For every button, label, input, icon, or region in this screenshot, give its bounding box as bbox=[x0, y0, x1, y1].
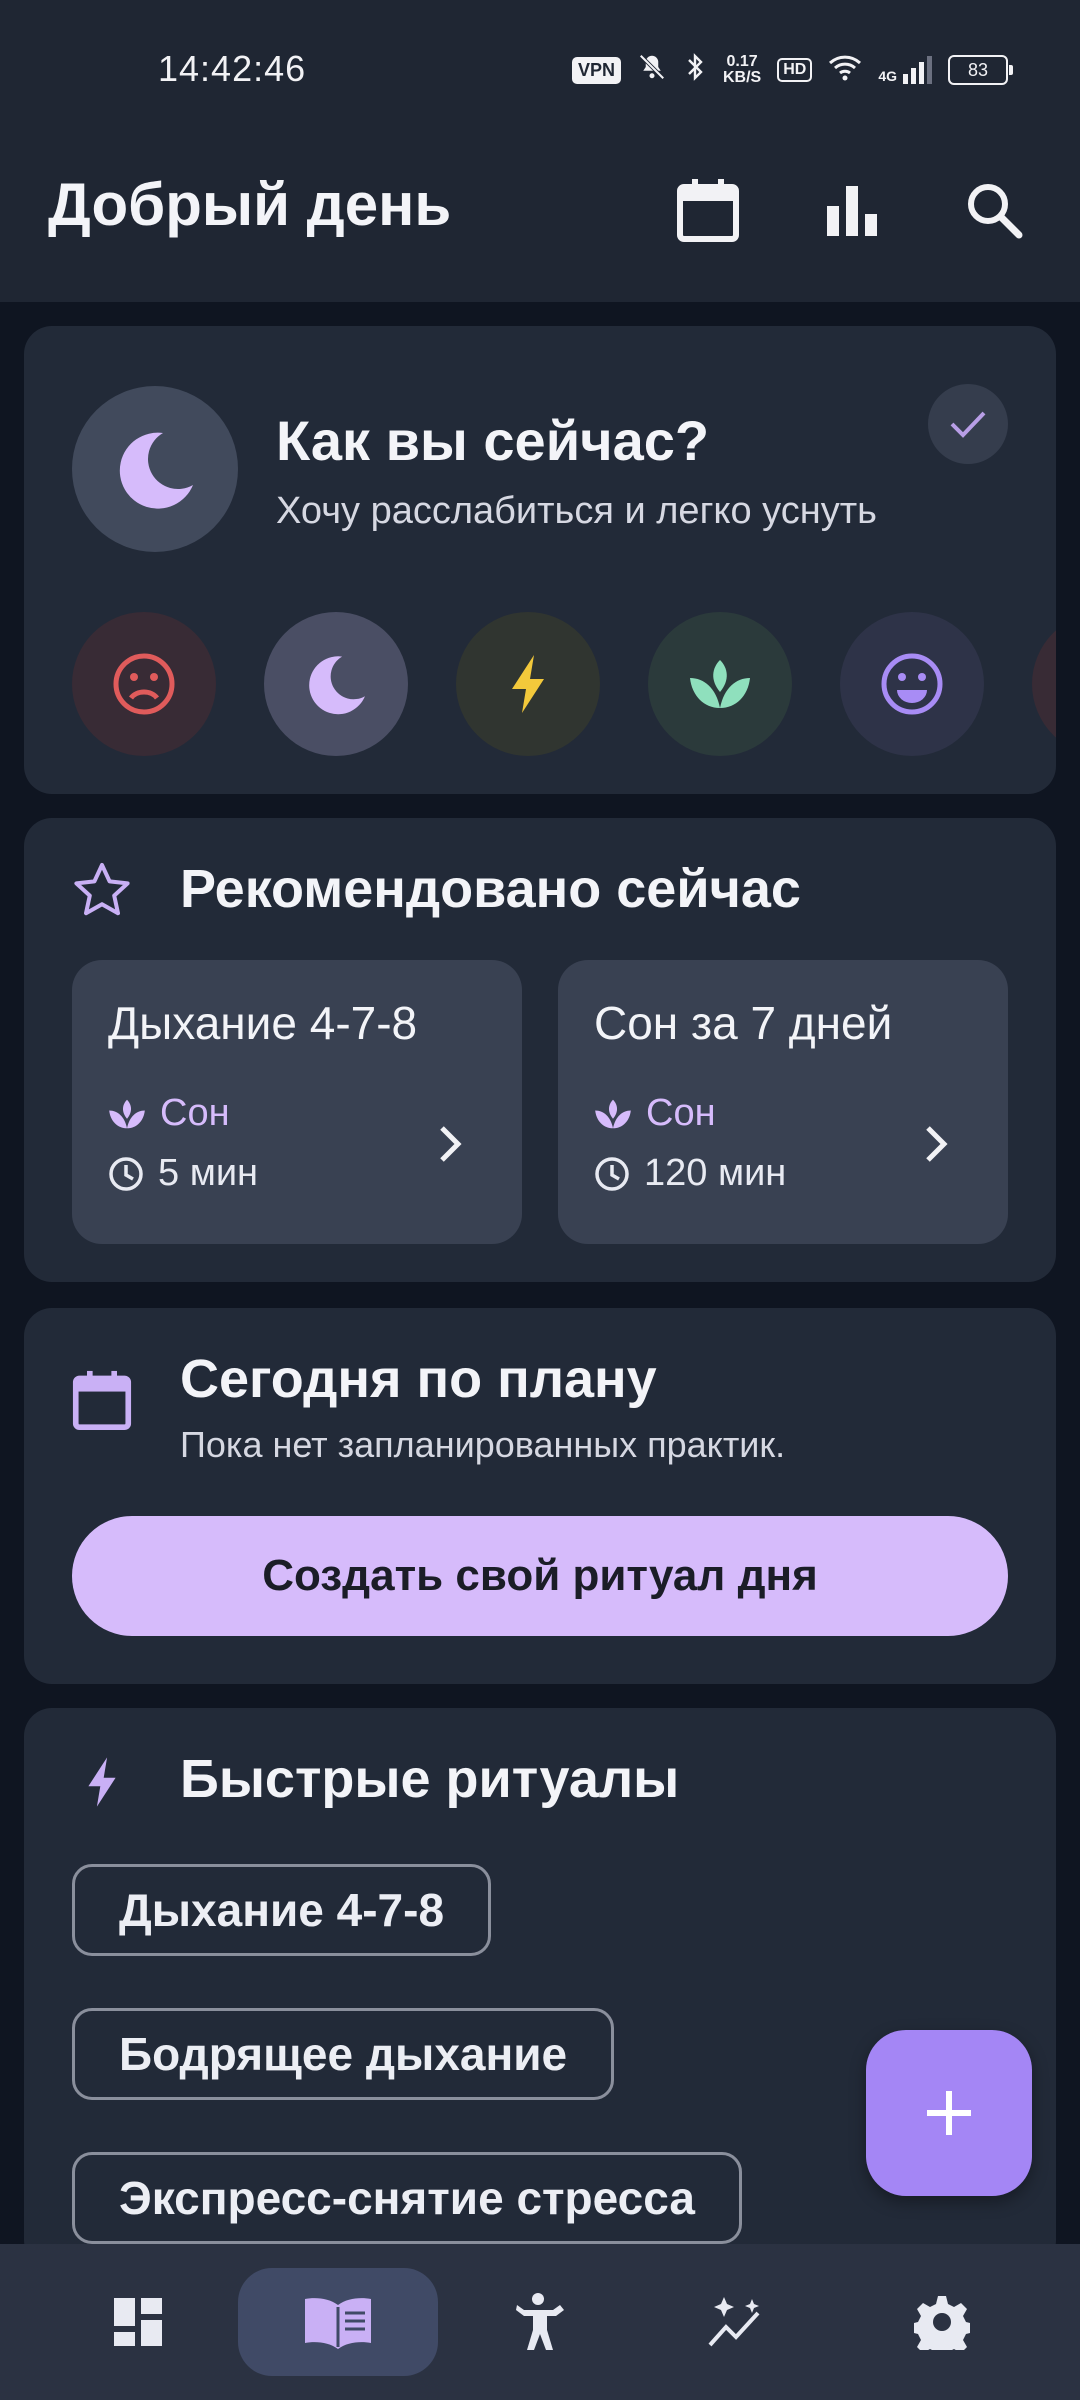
app-header: Добрый день bbox=[0, 140, 1080, 302]
status-bar: 14:42:46 VPN 0.17 KB/S HD 4G 83 bbox=[0, 0, 1080, 140]
lightning-icon bbox=[512, 655, 544, 713]
lotus-icon bbox=[595, 1099, 631, 1128]
battery-icon: 83 bbox=[948, 55, 1013, 85]
nav-dashboard[interactable] bbox=[38, 2268, 238, 2376]
nav-library[interactable] bbox=[238, 2268, 438, 2376]
mood-subtitle: Хочу расслабиться и легко уснуть bbox=[276, 490, 877, 532]
confirm-mood-button[interactable] bbox=[928, 384, 1008, 464]
recommendation-category: Сон bbox=[160, 1092, 230, 1134]
lotus-icon bbox=[690, 660, 750, 708]
recommendation-title: Дыхание 4-7-8 bbox=[108, 997, 418, 1049]
bar-chart-icon[interactable] bbox=[816, 174, 888, 246]
moon-icon bbox=[309, 656, 365, 715]
calendar-icon[interactable] bbox=[672, 174, 744, 246]
settings-icon bbox=[914, 2296, 970, 2350]
mood-option-happy[interactable] bbox=[840, 612, 984, 756]
mute-icon bbox=[637, 52, 667, 89]
mood-option-energy[interactable] bbox=[456, 612, 600, 756]
book-icon bbox=[305, 2298, 371, 2349]
chevron-right-icon bbox=[426, 1120, 474, 1168]
mood-option-more[interactable] bbox=[1032, 612, 1056, 756]
meditation-icon bbox=[516, 2293, 564, 2350]
bluetooth-icon bbox=[683, 52, 707, 89]
status-time: 14:42:46 bbox=[158, 48, 307, 89]
calendar-icon bbox=[72, 1370, 132, 1430]
sad-face-icon bbox=[113, 653, 175, 715]
mood-option-sad[interactable] bbox=[72, 612, 216, 756]
recommendation-card-1[interactable]: Дыхание 4-7-8 Сон 5 мин bbox=[72, 960, 522, 1244]
sparkle-chart-icon bbox=[708, 2297, 760, 2347]
wifi-icon bbox=[828, 53, 862, 88]
mood-option-calm[interactable] bbox=[648, 612, 792, 756]
vpn-badge: VPN bbox=[571, 56, 621, 84]
dashboard-icon bbox=[114, 2298, 162, 2346]
signal-icon: 4G bbox=[878, 56, 932, 84]
mood-options bbox=[72, 612, 1056, 756]
quick-rituals-title: Быстрые ритуалы bbox=[180, 1749, 680, 1809]
recommended-title: Рекомендовано сейчас bbox=[180, 859, 801, 919]
chevron-right-icon bbox=[912, 1120, 960, 1168]
add-button[interactable] bbox=[866, 2030, 1032, 2196]
quick-ritual-chip[interactable]: Бодрящее дыхание bbox=[72, 2008, 615, 2100]
clock-icon bbox=[595, 1156, 629, 1191]
plan-card: Сегодня по плану Пока нет запланированны… bbox=[24, 1308, 1056, 1684]
nav-insights[interactable] bbox=[638, 2268, 838, 2376]
recommendation-duration: 120 мин bbox=[644, 1152, 787, 1194]
create-ritual-button[interactable]: Создать свой ритуал дня bbox=[72, 1516, 1008, 1636]
clock-icon bbox=[109, 1156, 143, 1191]
recommendation-card-2[interactable]: Сон за 7 дней Сон 120 мин bbox=[558, 960, 1008, 1244]
status-icons: VPN 0.17 KB/S HD 4G 83 bbox=[571, 52, 1013, 89]
moon-icon bbox=[119, 432, 193, 509]
quick-ritual-chip[interactable]: Экспресс-снятие стресса bbox=[72, 2152, 742, 2244]
search-icon[interactable] bbox=[958, 174, 1030, 246]
happy-face-icon bbox=[881, 653, 943, 715]
hd-badge: HD bbox=[777, 58, 813, 82]
quick-ritual-chip[interactable]: Дыхание 4-7-8 bbox=[72, 1864, 492, 1956]
recommendation-title: Сон за 7 дней bbox=[594, 997, 893, 1049]
nav-settings[interactable] bbox=[842, 2268, 1042, 2376]
mood-title: Как вы сейчас? bbox=[276, 409, 710, 472]
bottom-navigation bbox=[0, 2244, 1080, 2400]
page-title: Добрый день bbox=[48, 171, 452, 238]
nav-practices[interactable] bbox=[438, 2268, 638, 2376]
recommendation-category: Сон bbox=[646, 1092, 716, 1134]
plan-title: Сегодня по плану bbox=[180, 1349, 657, 1409]
plus-icon bbox=[927, 2091, 971, 2135]
lightning-icon bbox=[72, 1752, 132, 1812]
check-icon bbox=[950, 411, 986, 438]
recommendation-duration: 5 мин bbox=[158, 1152, 259, 1194]
mood-option-sleep[interactable] bbox=[264, 612, 408, 756]
star-icon bbox=[72, 860, 132, 920]
network-speed: 0.17 KB/S bbox=[722, 53, 762, 86]
lotus-icon bbox=[109, 1099, 145, 1128]
mood-card: Как вы сейчас? Хочу расслабиться и легко… bbox=[24, 326, 1056, 794]
recommended-card: Рекомендовано сейчас Дыхание 4-7-8 Сон 5… bbox=[24, 818, 1056, 1282]
mood-avatar bbox=[72, 386, 238, 552]
plan-subtitle: Пока нет запланированных практик. bbox=[180, 1424, 786, 1465]
